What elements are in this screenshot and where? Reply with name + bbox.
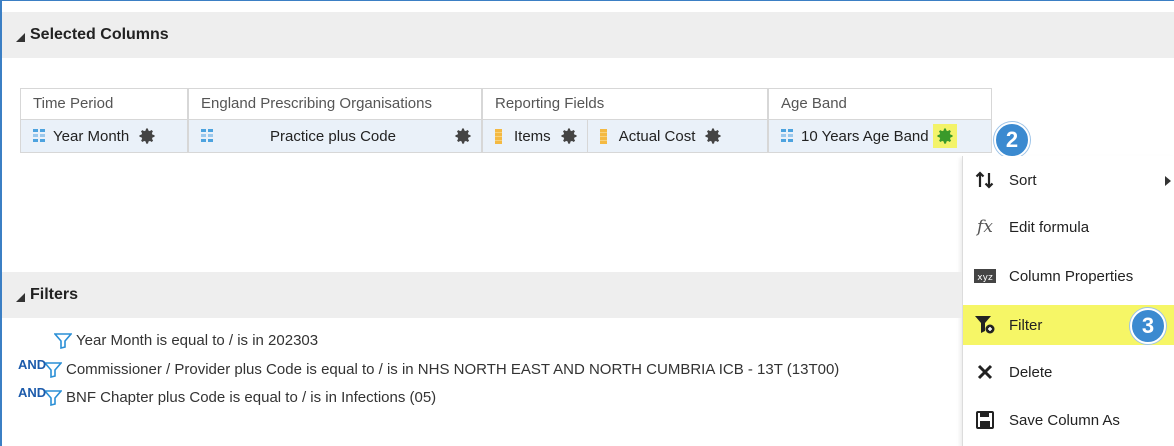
- measure-icon: [495, 128, 502, 144]
- filter-text: BNF Chapter plus Code is equal to / is i…: [66, 389, 437, 406]
- submenu-arrow-icon: [1165, 176, 1171, 186]
- gear-icon[interactable]: [703, 126, 723, 146]
- step-2-callout-badge: 2: [994, 122, 1030, 158]
- column-group-time-period: Time Period Year Month: [20, 88, 188, 153]
- filter-icon: [973, 314, 997, 336]
- funnel-icon: [44, 361, 62, 378]
- menu-item-label: Column Properties: [1009, 267, 1134, 285]
- filters-title: Filters: [30, 286, 79, 303]
- menu-item-delete[interactable]: Delete: [963, 354, 1174, 390]
- filter-connector: AND: [18, 357, 47, 372]
- attribute-icon: [781, 129, 793, 143]
- collapse-triangle-icon[interactable]: [16, 292, 25, 302]
- step-3-callout-badge: 3: [1130, 308, 1166, 344]
- column-group-age-band: Age Band 10 Years Age Band: [768, 88, 992, 153]
- filter-line-commissioner[interactable]: AND Commissioner / Provider plus Code is…: [18, 357, 840, 378]
- column-properties-icon: xyz: [973, 265, 997, 287]
- column-group-title: Age Band: [768, 88, 992, 120]
- gear-icon[interactable]: [559, 126, 579, 146]
- column-label: Items: [514, 127, 551, 145]
- funnel-icon: [54, 332, 72, 349]
- filter-line-year-month[interactable]: Year Month is equal to / is in 202303: [18, 332, 318, 349]
- column-chip-actual-cost[interactable]: Actual Cost: [588, 120, 732, 152]
- save-icon: [973, 409, 997, 431]
- menu-item-edit-formula[interactable]: fx Edit formula: [963, 209, 1174, 245]
- column-chip-year-month[interactable]: Year Month: [21, 120, 165, 152]
- formula-icon: fx: [977, 217, 993, 237]
- column-label: Practice plus Code: [270, 127, 396, 145]
- selected-columns-title: Selected Columns: [30, 26, 169, 43]
- filter-connector: AND: [18, 385, 47, 400]
- column-group-title: Time Period: [20, 88, 188, 120]
- column-label: Actual Cost: [618, 127, 696, 145]
- menu-item-column-properties[interactable]: xyz Column Properties: [963, 258, 1174, 294]
- column-group-body: 10 Years Age Band: [768, 120, 992, 153]
- menu-item-label: Delete: [1009, 363, 1053, 381]
- column-group-body: Items Actual Cost: [482, 120, 768, 153]
- column-label: 10 Years Age Band: [801, 127, 929, 145]
- gear-icon[interactable]: [453, 126, 473, 146]
- column-context-menu: Sort fx Edit formula xyz Column Properti…: [962, 156, 1174, 446]
- column-group-body: Year Month: [20, 120, 188, 153]
- svg-text:xyz: xyz: [977, 273, 993, 283]
- attribute-icon: [33, 129, 45, 143]
- attribute-icon: [201, 129, 213, 143]
- selected-columns-header[interactable]: Selected Columns: [2, 12, 1174, 58]
- column-group-body: Practice plus Code: [188, 120, 482, 153]
- measure-icon: [599, 128, 607, 144]
- column-chip-10-years-age-band[interactable]: 10 Years Age Band: [769, 120, 965, 152]
- menu-item-label: Filter: [1009, 316, 1043, 334]
- column-chip-practice-plus-code[interactable]: Practice plus Code: [189, 120, 481, 152]
- column-group-title: Reporting Fields: [482, 88, 768, 120]
- column-group-prescribing-organisations: England Prescribing Organisations Practi…: [188, 88, 482, 153]
- menu-item-sort[interactable]: Sort: [963, 162, 1174, 198]
- menu-item-label: Sort: [1009, 171, 1037, 189]
- filter-text: Commissioner / Provider plus Code is equ…: [66, 361, 840, 378]
- funnel-icon: [44, 389, 62, 406]
- collapse-triangle-icon[interactable]: [16, 32, 25, 42]
- sort-icon: [973, 169, 997, 191]
- menu-item-save-column-as[interactable]: Save Column As: [963, 402, 1174, 438]
- menu-item-label: Edit formula: [1009, 218, 1090, 236]
- filter-text: Year Month is equal to / is in 202303: [76, 332, 319, 349]
- menu-item-label: Save Column As: [1009, 411, 1120, 429]
- column-chip-items[interactable]: Items: [483, 120, 588, 152]
- delete-icon: [973, 361, 997, 383]
- filter-line-bnf-chapter[interactable]: AND BNF Chapter plus Code is equal to / …: [18, 385, 437, 406]
- gear-icon[interactable]: [932, 124, 957, 148]
- column-label: Year Month: [53, 127, 130, 145]
- column-group-title: England Prescribing Organisations: [188, 88, 482, 120]
- column-group-reporting-fields: Reporting Fields Items Actual Cost: [482, 88, 768, 153]
- filters-header[interactable]: Filters: [2, 272, 962, 318]
- gear-icon[interactable]: [137, 126, 157, 146]
